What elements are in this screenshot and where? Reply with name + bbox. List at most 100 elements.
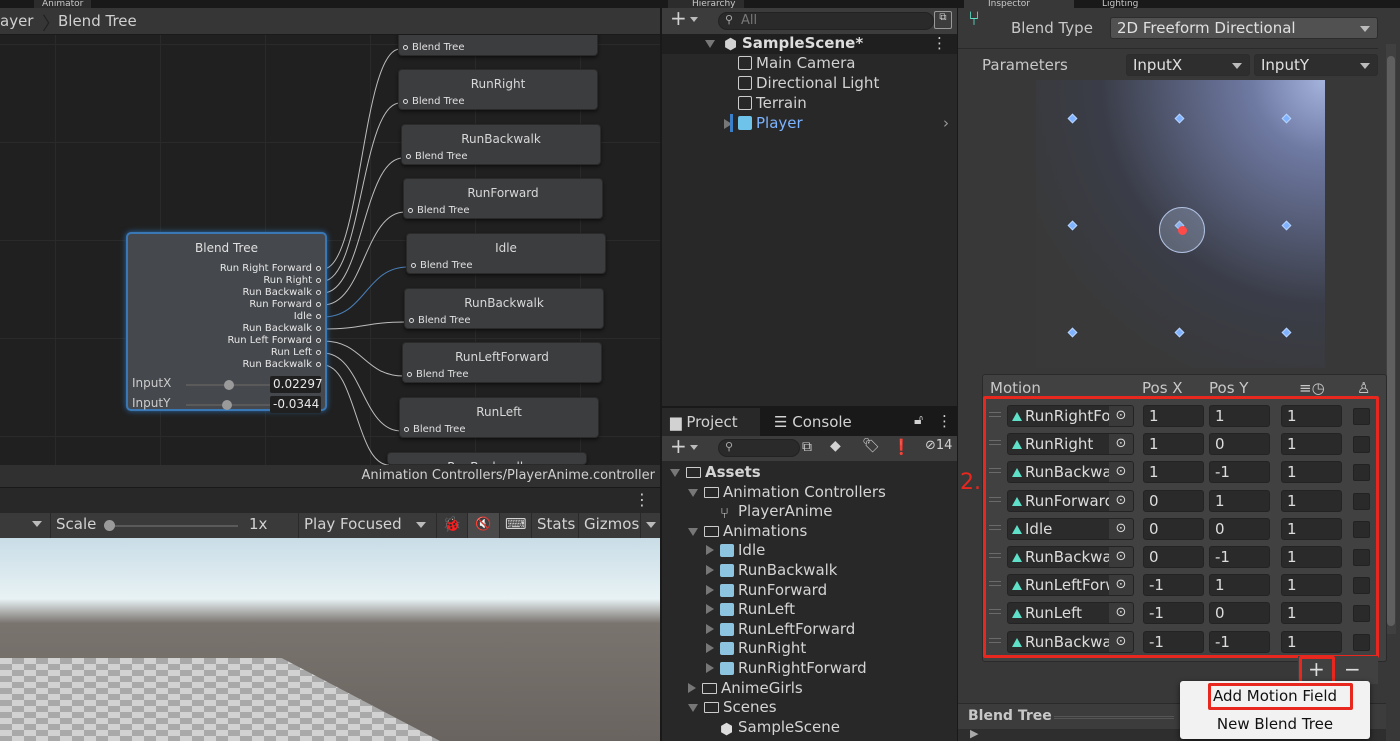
scale-slider[interactable] bbox=[108, 525, 238, 527]
project-tree-item[interactable]: Animations bbox=[688, 522, 807, 542]
project-tree-item[interactable]: Assets bbox=[670, 463, 761, 483]
add-dropdown-icon[interactable] bbox=[690, 445, 698, 450]
project-tree-item[interactable]: RunForward bbox=[706, 581, 827, 601]
motion-node[interactable]: RunBackwalk bbox=[387, 452, 587, 465]
motion-point[interactable] bbox=[1282, 328, 1292, 338]
play-mode-dropdown[interactable]: Play Focused bbox=[298, 513, 432, 538]
expand-arrow-icon[interactable] bbox=[706, 663, 714, 673]
hierarchy-item[interactable]: Directional Light bbox=[662, 74, 957, 94]
motion-node[interactable]: RunLeftForwardBlend Tree bbox=[402, 342, 602, 383]
motion-node[interactable]: IdleBlend Tree bbox=[406, 233, 606, 274]
expand-arrow-icon[interactable] bbox=[706, 604, 714, 614]
expand-arrow-icon[interactable] bbox=[705, 40, 715, 48]
project-tree-item[interactable]: Animation Controllers bbox=[688, 483, 886, 503]
game-viewport[interactable] bbox=[0, 538, 660, 741]
hierarchy-item[interactable]: Main Camera bbox=[662, 54, 957, 74]
blend-tree-output-port[interactable]: Run Left Forward bbox=[227, 335, 321, 346]
expand-arrow-icon[interactable] bbox=[688, 704, 698, 712]
slider-knob[interactable] bbox=[224, 380, 234, 390]
tab-lighting[interactable]: Lighting bbox=[1078, 0, 1146, 8]
display-dropdown-icon[interactable] bbox=[32, 521, 42, 527]
blend-space-graph[interactable] bbox=[1036, 80, 1325, 368]
motion-point[interactable] bbox=[1282, 114, 1292, 124]
expand-arrow-icon[interactable] bbox=[688, 683, 696, 693]
hierarchy-search-input[interactable]: ⚲ All bbox=[718, 12, 934, 30]
motion-node[interactable]: RunLeftBlend Tree bbox=[399, 397, 599, 438]
blend-type-dropdown[interactable]: 2D Freeform Directional bbox=[1110, 17, 1378, 39]
parameter-value-field[interactable]: -0.0344 bbox=[270, 396, 321, 413]
motion-point[interactable] bbox=[1068, 114, 1078, 124]
project-tree-item[interactable]: RunRightForward bbox=[706, 659, 867, 679]
project-tree-item[interactable]: ⑂PlayerAnime bbox=[706, 502, 832, 522]
expand-arrow-icon[interactable] bbox=[670, 469, 680, 477]
lock-icon[interactable]: 🔓︎ bbox=[914, 412, 923, 428]
param-y-dropdown[interactable]: InputY bbox=[1254, 54, 1378, 76]
project-tree-item[interactable]: Scenes bbox=[688, 698, 777, 718]
scene-menu-icon[interactable]: ⋮ bbox=[932, 34, 947, 52]
motion-point[interactable] bbox=[1068, 328, 1078, 338]
project-search-input[interactable]: ⚲ bbox=[718, 439, 800, 457]
motion-node[interactable]: RunBackwalkBlend Tree bbox=[404, 288, 604, 329]
gizmos-dropdown-icon[interactable] bbox=[640, 513, 660, 538]
motion-node[interactable]: Blend Tree bbox=[398, 35, 598, 56]
expand-arrow-icon[interactable] bbox=[706, 545, 714, 555]
tab-console[interactable]: ☰ Console bbox=[766, 408, 860, 436]
tab-animator[interactable]: Animator bbox=[34, 0, 91, 8]
remove-motion-button[interactable]: − bbox=[1344, 657, 1361, 681]
tab-project[interactable]: ▆ Project bbox=[662, 408, 760, 436]
filter-by-type-icon[interactable]: ◆ bbox=[830, 438, 841, 454]
expand-arrow-icon[interactable] bbox=[688, 528, 698, 536]
more-options-icon[interactable]: ⋮ bbox=[634, 490, 650, 509]
param-x-dropdown[interactable]: InputX bbox=[1126, 54, 1250, 76]
drag-handle[interactable] bbox=[1054, 716, 1174, 719]
project-tree-item[interactable]: AnimeGirls bbox=[688, 679, 803, 699]
animator-graph[interactable]: Blend TreeRunRightBlend TreeRunBackwalkB… bbox=[0, 35, 660, 465]
hierarchy-item[interactable]: Terrain bbox=[662, 94, 957, 114]
scrollbar[interactable] bbox=[1386, 44, 1396, 634]
blend-tree-output-port[interactable]: Run Backwalk bbox=[242, 287, 321, 298]
parameter-value-field[interactable]: 0.02297 bbox=[270, 376, 321, 393]
motion-point[interactable] bbox=[1175, 328, 1185, 338]
project-tree-item[interactable]: RunBackwalk bbox=[706, 561, 838, 581]
blend-tree-output-port[interactable]: Run Forward bbox=[249, 299, 321, 310]
tab-inspector[interactable]: Inspector bbox=[964, 0, 1074, 8]
project-tree-item[interactable]: ⬢SampleScene bbox=[706, 718, 840, 738]
bug-icon[interactable]: 🐞 bbox=[436, 513, 467, 538]
project-tree-item[interactable]: RunLeftForward bbox=[706, 620, 855, 640]
expand-arrow-icon[interactable] bbox=[706, 643, 714, 653]
blend-tree-output-port[interactable]: Run Backwalk bbox=[242, 323, 321, 334]
play-icon[interactable]: ▶ bbox=[970, 727, 978, 740]
blend-tree-output-port[interactable]: Run Backwalk bbox=[242, 359, 321, 370]
blend-tree-output-port[interactable]: Run Right Forward bbox=[220, 263, 321, 274]
parameter-slider[interactable] bbox=[186, 384, 271, 386]
motion-node[interactable]: RunRightBlend Tree bbox=[398, 69, 598, 110]
gizmos-button[interactable]: Gizmos bbox=[578, 513, 644, 538]
keyboard-icon[interactable]: ⌨ bbox=[499, 513, 530, 538]
slider-knob[interactable] bbox=[222, 400, 232, 410]
parameter-slider[interactable] bbox=[186, 404, 271, 406]
add-icon[interactable]: + bbox=[670, 434, 687, 458]
blend-tree-output-port[interactable]: Idle bbox=[294, 311, 321, 322]
breadcrumb-blend-tree[interactable]: Blend Tree bbox=[58, 12, 137, 30]
stats-button[interactable]: Stats bbox=[531, 513, 580, 538]
motion-point[interactable] bbox=[1175, 114, 1185, 124]
more-options-icon[interactable]: ⋮ bbox=[937, 412, 952, 430]
expand-arrow-icon[interactable] bbox=[706, 585, 714, 595]
chevron-right-icon[interactable]: › bbox=[943, 114, 949, 132]
mute-audio-icon[interactable]: 🔇 bbox=[467, 513, 499, 538]
add-icon[interactable]: + bbox=[670, 6, 687, 30]
motion-node[interactable]: RunForwardBlend Tree bbox=[403, 178, 603, 219]
expand-arrow-icon[interactable] bbox=[706, 565, 714, 575]
menu-item-new-blend-tree[interactable]: New Blend Tree bbox=[1180, 715, 1370, 733]
project-tree-item[interactable]: RunLeft bbox=[706, 600, 795, 620]
add-dropdown-icon[interactable] bbox=[690, 17, 698, 22]
motion-point[interactable] bbox=[1068, 221, 1078, 231]
motion-point[interactable] bbox=[1282, 221, 1292, 231]
hidden-packages-icon[interactable]: ⊘14 bbox=[925, 438, 952, 453]
expand-arrow-icon[interactable] bbox=[688, 489, 698, 497]
expand-arrow-icon[interactable] bbox=[706, 624, 714, 634]
scene-visibility-icon[interactable]: ⧉ bbox=[934, 11, 952, 29]
warning-filter-icon[interactable]: ❗ bbox=[892, 438, 911, 456]
scale-slider-knob[interactable] bbox=[104, 520, 115, 531]
blend-tree-node[interactable]: Blend Tree Run Right ForwardRun RightRun… bbox=[126, 232, 327, 411]
